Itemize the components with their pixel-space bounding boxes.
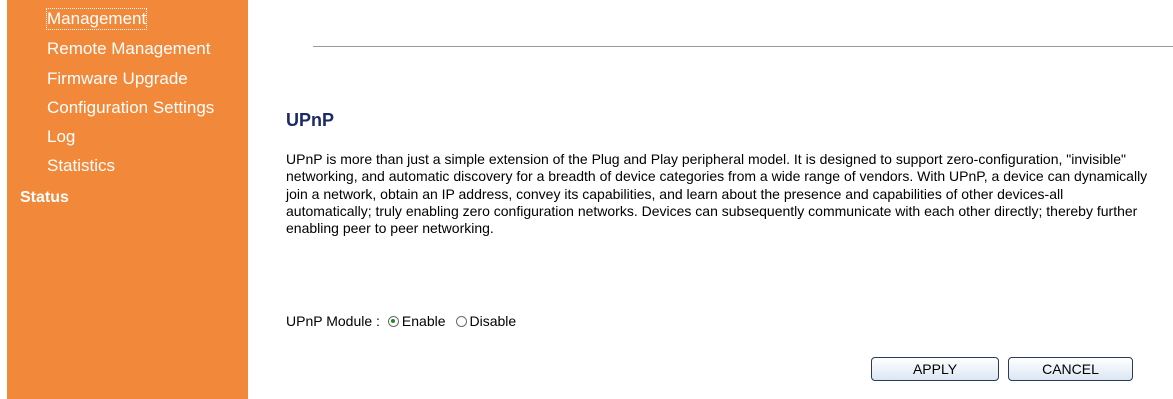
upnp-module-label: UPnP Module : [286, 313, 380, 329]
sidebar-item-configuration-settings[interactable]: Configuration Settings [47, 98, 214, 118]
cancel-button[interactable]: CANCEL [1008, 357, 1133, 381]
divider [313, 46, 1173, 47]
sidebar-item-firmware-upgrade[interactable]: Firmware Upgrade [47, 69, 188, 89]
page-title: UPnP [286, 110, 335, 130]
upnp-description: UPnP is more than just a simple extensio… [286, 151, 1148, 237]
upnp-module-row: UPnP Module : Enable Disable [286, 313, 516, 329]
apply-button[interactable]: APPLY [871, 357, 999, 381]
sidebar-item-status[interactable]: Status [20, 188, 69, 208]
sidebar-item-statistics[interactable]: Statistics [47, 156, 115, 176]
enable-radio[interactable] [387, 315, 399, 327]
enable-option[interactable]: Enable [387, 313, 446, 329]
sidebar-item-management[interactable]: Management [45, 8, 148, 30]
enable-label: Enable [401, 313, 446, 329]
sidebar: Management Remote Management Firmware Up… [7, 0, 248, 399]
disable-radio[interactable] [455, 315, 467, 327]
sidebar-item-log[interactable]: Log [47, 127, 75, 147]
disable-label: Disable [469, 313, 517, 329]
disable-option[interactable]: Disable [455, 313, 517, 329]
sidebar-item-remote-management[interactable]: Remote Management [47, 39, 210, 59]
